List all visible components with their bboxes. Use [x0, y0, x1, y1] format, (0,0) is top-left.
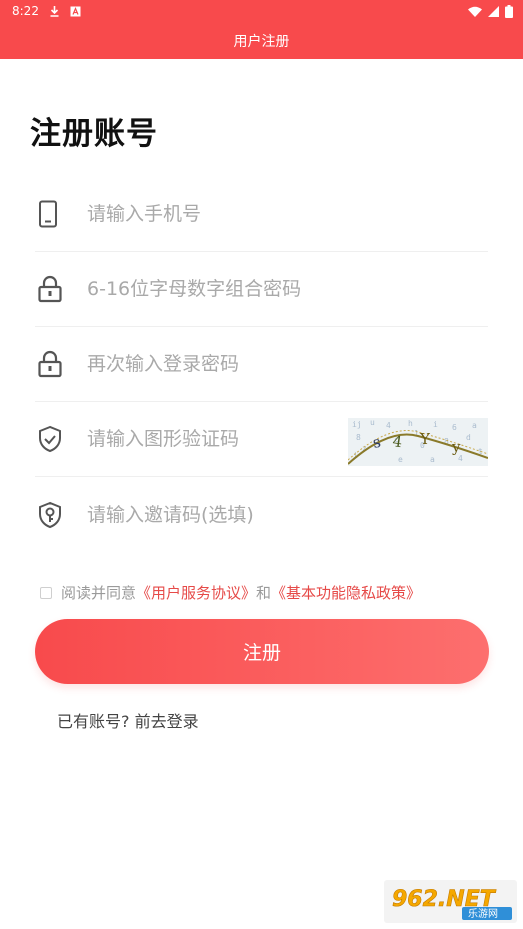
- status-bar: 8:22: [0, 0, 523, 22]
- agreement-row: 阅读并同意 《用户服务协议》 和 《基本功能隐私政策》: [40, 582, 421, 603]
- agreement-conjunction: 和: [256, 584, 272, 602]
- notification-a-icon: [70, 6, 81, 17]
- svg-text:i: i: [433, 420, 438, 429]
- shield-check-icon: [37, 424, 67, 454]
- captcha-image[interactable]: ij u 4 h i6a8 fc08 dtie a41z s 4 Y y: [348, 418, 488, 466]
- battery-icon: [505, 4, 513, 18]
- agreement-checkbox[interactable]: [40, 586, 52, 599]
- invite-code-row: [35, 477, 488, 552]
- site-watermark-logo: 962.NET 乐游网: [384, 880, 517, 923]
- svg-text:e: e: [398, 455, 403, 464]
- captcha-input[interactable]: [87, 428, 337, 450]
- confirm-password-input[interactable]: [87, 353, 337, 375]
- svg-text:Y: Y: [419, 430, 431, 448]
- phone-input[interactable]: [87, 203, 337, 225]
- svg-text:u: u: [370, 418, 375, 427]
- phone-row: [35, 177, 488, 252]
- svg-text:a: a: [430, 455, 435, 464]
- status-bar-right: [468, 4, 513, 18]
- svg-text:d: d: [466, 433, 471, 442]
- page-title: 注册账号: [30, 116, 158, 152]
- phone-icon: [37, 199, 67, 229]
- svg-text:y: y: [451, 438, 461, 456]
- download-icon: [49, 5, 60, 17]
- svg-text:a: a: [472, 421, 477, 430]
- register-button[interactable]: 注册: [35, 619, 489, 684]
- invite-code-input[interactable]: [87, 503, 337, 526]
- shield-key-icon: [37, 500, 67, 530]
- lock-icon: [37, 349, 67, 379]
- captcha-row: iju4h i6a8 fc08 dtie a41z s 4 Y y: [35, 402, 488, 477]
- login-link[interactable]: 已有账号? 前去登录: [57, 708, 199, 732]
- confirm-password-row: [35, 327, 488, 402]
- wifi-icon: [468, 6, 482, 17]
- status-bar-left: 8:22: [12, 4, 81, 18]
- app-bar: 用户注册: [0, 22, 523, 59]
- status-time: 8:22: [12, 4, 39, 18]
- password-row: [35, 252, 488, 327]
- lock-icon: [37, 274, 67, 304]
- svg-text:h: h: [408, 419, 413, 428]
- signal-icon: [488, 5, 499, 17]
- privacy-policy-link[interactable]: 《基本功能隐私政策》: [271, 582, 421, 603]
- svg-text:6: 6: [452, 423, 457, 432]
- svg-text:ij: ij: [352, 420, 362, 429]
- watermark-subtext: 乐游网: [468, 907, 498, 920]
- svg-text:8: 8: [356, 433, 361, 442]
- app-bar-title: 用户注册: [233, 33, 290, 50]
- svg-text:4: 4: [386, 421, 391, 430]
- password-input[interactable]: [87, 278, 337, 300]
- agreement-prefix: 阅读并同意: [61, 584, 137, 602]
- user-agreement-link[interactable]: 《用户服务协议》: [136, 582, 256, 603]
